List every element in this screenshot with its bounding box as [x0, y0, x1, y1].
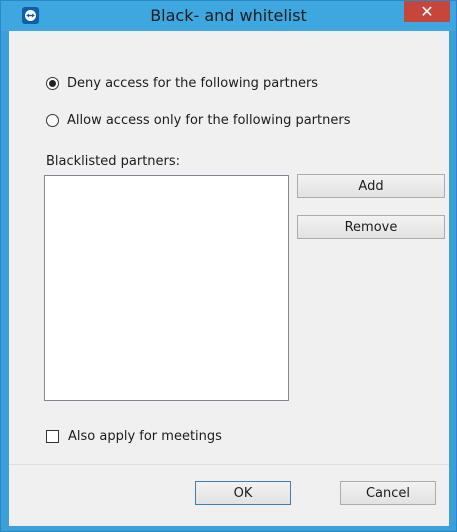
dialog-window: Black- and whitelist ✕ Deny access for t…	[0, 0, 457, 532]
cancel-button[interactable]: Cancel	[340, 481, 436, 505]
apply-meetings-checkbox[interactable]	[46, 430, 59, 443]
deny-access-radio-row[interactable]: Deny access for the following partners	[46, 76, 318, 91]
deny-access-label: Deny access for the following partners	[67, 76, 319, 91]
add-button[interactable]: Add	[297, 174, 445, 198]
remove-button[interactable]: Remove	[297, 215, 445, 239]
apply-meetings-row[interactable]: Also apply for meetings	[46, 429, 222, 444]
close-icon: ✕	[420, 2, 434, 21]
close-button[interactable]: ✕	[404, 1, 450, 22]
allow-access-radio-row[interactable]: Allow access only for the following part…	[46, 113, 350, 128]
blacklisted-partners-label: Blacklisted partners:	[46, 154, 181, 169]
dialog-footer: OK Cancel	[9, 464, 449, 526]
window-title: Black- and whitelist	[150, 6, 307, 25]
title-bar[interactable]: Black- and whitelist ✕	[1, 1, 456, 31]
apply-meetings-label: Also apply for meetings	[68, 429, 222, 444]
deny-access-radio[interactable]	[46, 77, 59, 90]
allow-access-radio[interactable]	[46, 114, 59, 127]
ok-button[interactable]: OK	[195, 481, 291, 505]
allow-access-label: Allow access only for the following part…	[67, 113, 351, 128]
blacklisted-partners-list[interactable]	[44, 175, 289, 401]
dialog-body: Deny access for the following partners A…	[9, 31, 449, 526]
